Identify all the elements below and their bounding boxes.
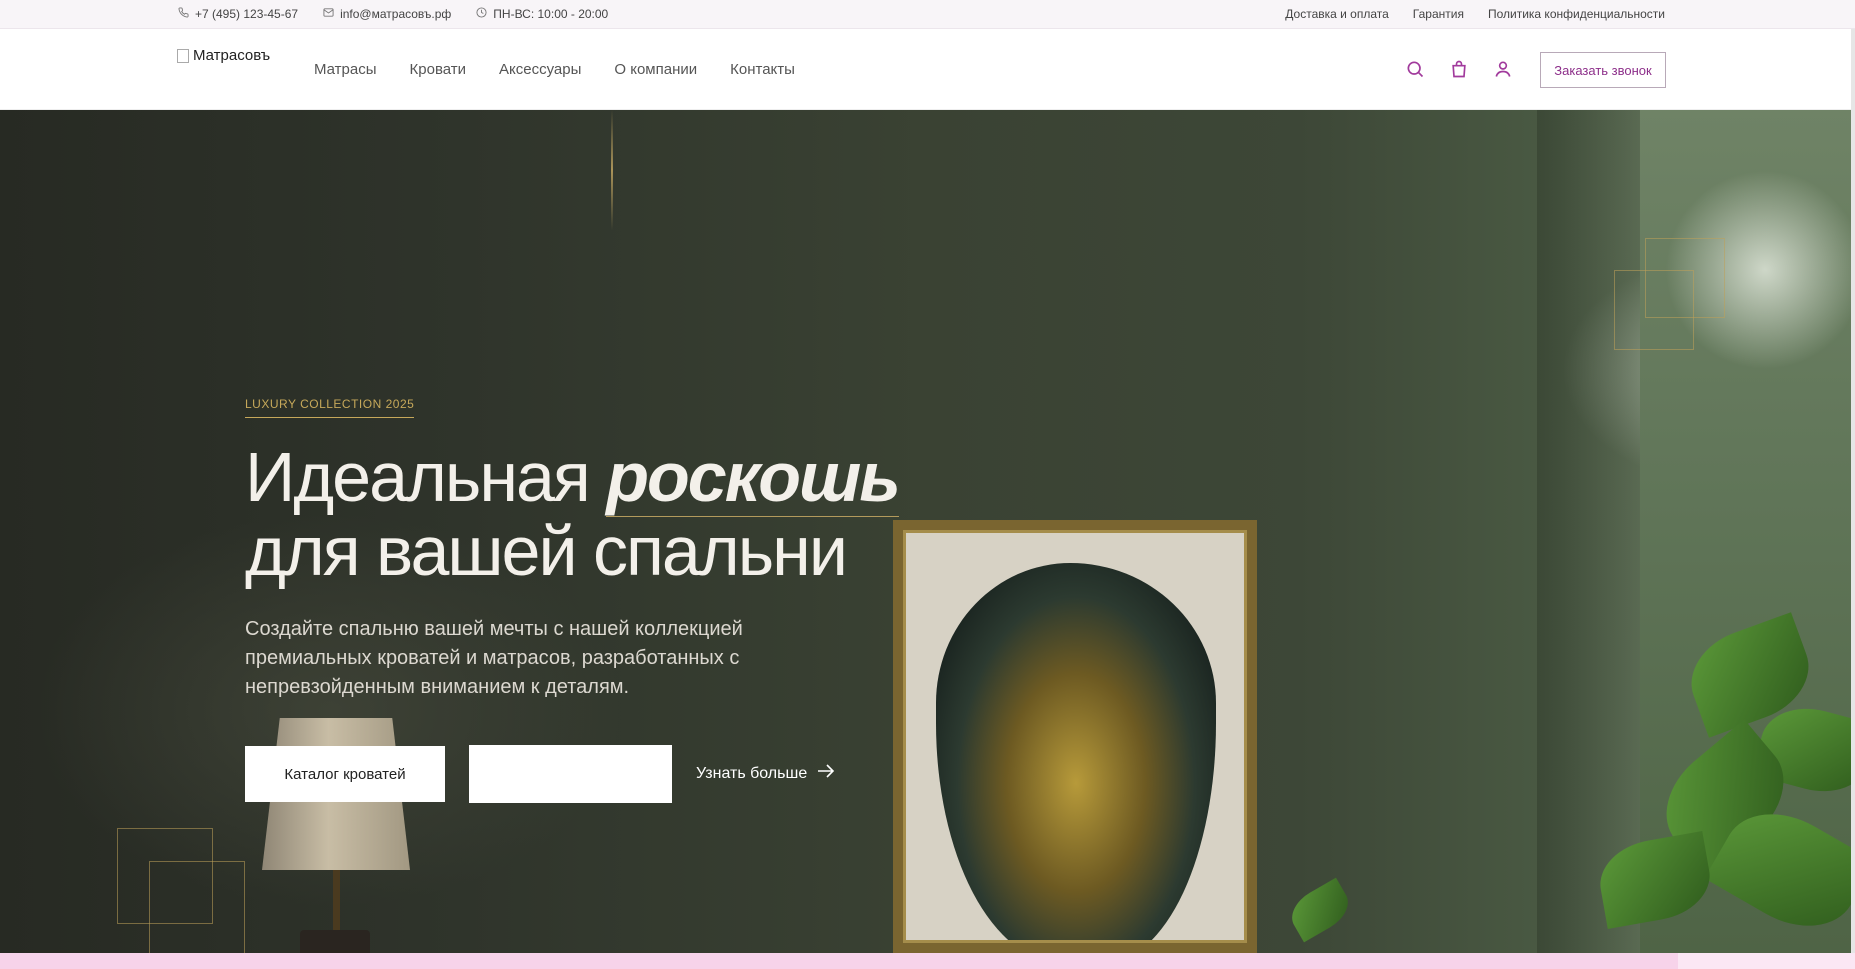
nav-item-mattresses[interactable]: Матрасы: [314, 61, 377, 78]
abstract-portrait: [936, 563, 1216, 940]
search-icon[interactable]: [1405, 59, 1425, 84]
bottom-strip-end: [1678, 953, 1855, 969]
hero-title: Идеальная роскошь для вашей спальни: [245, 438, 901, 590]
learn-more-label: Узнать больше: [696, 764, 808, 782]
mail-icon: [322, 7, 334, 21]
header-icons: [1405, 59, 1513, 84]
bottom-strip: [0, 953, 1855, 969]
hero-badge: LUXURY COLLECTION 2025: [245, 397, 415, 418]
broken-image-icon: [177, 48, 189, 63]
logo-alt-text: Матрасовъ: [193, 47, 271, 64]
link-privacy[interactable]: Политика конфиденциальности: [1488, 7, 1665, 21]
decorative-square: [149, 861, 245, 953]
email-text: info@матрасовъ.рф: [340, 7, 452, 21]
phone-icon: [177, 7, 189, 21]
nav-item-about[interactable]: О компании: [614, 61, 697, 78]
main-header: Матрасовъ Матрасы Кровати Аксессуары О к…: [0, 29, 1855, 110]
hero-title-accent: роскошь: [606, 438, 901, 517]
bag-icon[interactable]: [1449, 59, 1469, 84]
secondary-hero-button[interactable]: [469, 745, 672, 803]
catalog-beds-button[interactable]: Каталог кроватей: [245, 746, 445, 802]
hero-title-part1: Идеальная: [245, 438, 607, 516]
decorative-light-line: [611, 110, 613, 230]
order-call-button[interactable]: Заказать звонок: [1540, 52, 1666, 88]
wall-shadow: [1537, 110, 1657, 953]
nav-item-contacts[interactable]: Контакты: [730, 61, 795, 78]
hours-text: ПН-ВС: 10:00 - 20:00: [493, 7, 609, 21]
phone-contact[interactable]: +7 (495) 123-45-67: [177, 7, 298, 21]
art-frame: [893, 520, 1257, 953]
user-icon[interactable]: [1493, 59, 1513, 84]
learn-more-link[interactable]: Узнать больше: [696, 764, 835, 783]
nav-item-beds[interactable]: Кровати: [410, 61, 466, 78]
lamp-base: [300, 930, 370, 953]
link-warranty[interactable]: Гарантия: [1413, 7, 1464, 21]
hero-section: LUXURY COLLECTION 2025 Идеальная роскошь…: [0, 110, 1855, 953]
arrow-right-icon: [817, 764, 835, 783]
plant-leaf: [1284, 877, 1356, 943]
main-nav: Матрасы Кровати Аксессуары О компании Ко…: [314, 61, 795, 78]
logo[interactable]: Матрасовъ: [177, 47, 270, 64]
page-scrollbar[interactable]: [1851, 29, 1855, 953]
hero-description: Создайте спальню вашей мечты с нашей кол…: [245, 618, 743, 698]
top-info-bar: +7 (495) 123-45-67 info@матрасовъ.рф ПН-…: [0, 0, 1855, 29]
decorative-square: [1614, 270, 1694, 350]
email-contact[interactable]: info@матрасовъ.рф: [322, 7, 451, 21]
clock-icon: [475, 7, 487, 21]
hero-title-part2: для вашей спальни: [245, 512, 848, 590]
nav-item-accessories[interactable]: Аксессуары: [499, 61, 581, 78]
link-delivery[interactable]: Доставка и оплата: [1285, 7, 1389, 21]
phone-text: +7 (495) 123-45-67: [195, 7, 299, 21]
working-hours: ПН-ВС: 10:00 - 20:00: [475, 7, 608, 21]
art-canvas: [903, 530, 1247, 943]
